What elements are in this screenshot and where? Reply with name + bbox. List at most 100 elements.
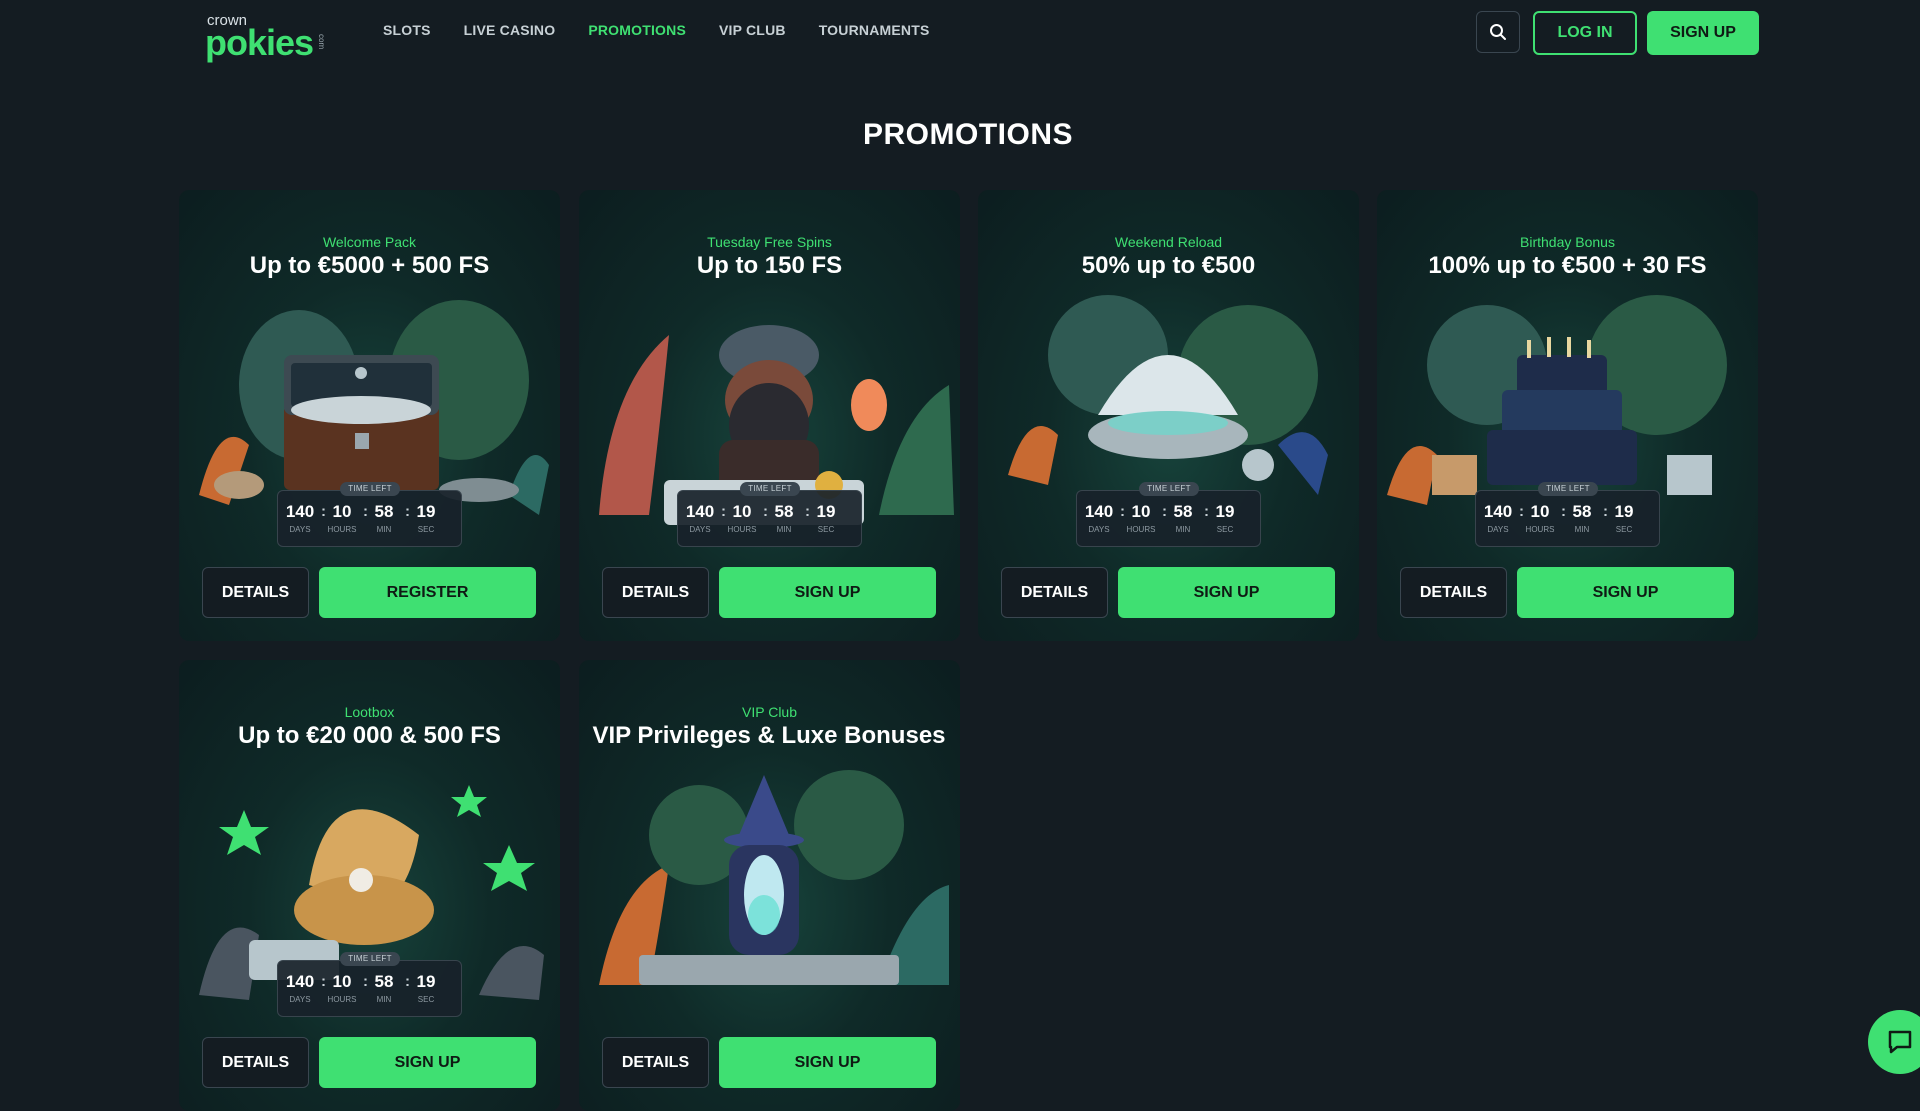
timer-separator: : [763,503,768,520]
signup-button[interactable]: SIGN UP [1118,567,1335,618]
promo-subtitle: Birthday Bonus [1520,234,1615,250]
timer-hours: 10 [732,502,752,521]
timer-min-unit: MIN [1175,525,1191,534]
details-button[interactable]: DETAILS [1400,567,1507,618]
time-left-timer: TIME LEFT 140 10 58 19 : : : DAYS HOURS … [277,952,462,1017]
timer-days-unit: DAYS [289,995,311,1004]
nav-vip-club[interactable]: VIP CLUB [719,22,786,38]
promo-title: Up to 150 FS [696,252,843,279]
promo-card-tuesday-free-spins: Tuesday Free Spins Up to 150 FS TIME LEF… [579,190,960,641]
timer-days-unit: DAYS [1088,525,1110,534]
timer-days: 140 [1483,502,1513,521]
timer-sec: 19 [1614,502,1634,521]
chat-bubble-icon [1888,1030,1912,1054]
timer-separator: : [405,973,410,990]
timer-days-unit: DAYS [689,525,711,534]
nav-promotions[interactable]: PROMOTIONS [588,22,686,38]
register-button[interactable]: REGISTER [319,567,536,618]
timer-hours: 10 [1131,502,1151,521]
timer-sec: 19 [416,972,436,991]
site-header: crown pokies com SLOTS LIVE CASINO PROMO… [0,0,1920,64]
promo-subtitle: Lootbox [344,704,395,720]
timer-sec-unit: SEC [417,995,435,1004]
timer-days-unit: DAYS [1487,525,1509,534]
live-chat-button[interactable] [1868,1010,1920,1074]
time-left-label: TIME LEFT [340,482,400,496]
time-left-timer: TIME LEFT 140 10 58 19 : : : DAYS HOURS … [677,482,862,547]
timer-min: 58 [1173,502,1193,521]
time-left-timer: TIME LEFT 140 10 58 19 : : : DAYS HOURS … [1475,482,1660,547]
nav-live-casino[interactable]: LIVE CASINO [464,22,556,38]
logo-tag-text: com [317,34,326,50]
login-button[interactable]: LOG IN [1533,11,1637,55]
search-icon [1490,24,1506,40]
timer-min-unit: MIN [376,995,392,1004]
timer-sec-unit: SEC [1615,525,1633,534]
wizard-illustration [599,770,949,985]
time-left-timer: TIME LEFT 140 10 58 19 : : : DAYS HOURS … [1076,482,1261,547]
promo-card-welcome-pack: Welcome Pack Up to €5000 + 500 FS TIME L… [179,190,560,641]
promo-card-birthday-bonus: Birthday Bonus 100% up to €500 + 30 FS T… [1377,190,1758,641]
timer-sec: 19 [416,502,436,521]
promo-card-lootbox: Lootbox Up to €20 000 & 500 FS TIME LEFT… [179,660,560,1111]
signup-button[interactable]: SIGN UP [1517,567,1734,618]
timer-min: 58 [374,972,394,991]
timer-separator: : [363,973,368,990]
timer-separator: : [1204,503,1209,520]
timer-hours-unit: HOURS [1525,525,1555,534]
promo-subtitle: Weekend Reload [1114,234,1223,250]
timer-min: 58 [774,502,794,521]
timer-sec: 19 [816,502,836,521]
timer-hours: 10 [332,502,352,521]
time-left-label: TIME LEFT [1538,482,1598,496]
details-button[interactable]: DETAILS [1001,567,1108,618]
timer-sec-unit: SEC [417,525,435,534]
timer-hours-unit: HOURS [327,525,357,534]
promo-card-weekend-reload: Weekend Reload 50% up to €500 TIME LEFT … [978,190,1359,641]
nav-tournaments[interactable]: TOURNAMENTS [819,22,930,38]
promo-subtitle: Tuesday Free Spins [707,234,832,250]
promo-subtitle: Welcome Pack [322,234,417,250]
search-button[interactable] [1476,11,1520,53]
timer-days: 140 [1084,502,1114,521]
promo-title: VIP Privileges & Luxe Bonuses [592,722,946,749]
details-button[interactable]: DETAILS [202,567,309,618]
promo-title: 50% up to €500 [1081,252,1256,279]
timer-sec: 19 [1215,502,1235,521]
timer-hours: 10 [1530,502,1550,521]
logo-main-text: pokies [205,22,314,63]
nav-slots[interactable]: SLOTS [383,22,431,38]
promo-subtitle: VIP Club [742,704,797,720]
promo-title: 100% up to €500 + 30 FS [1428,252,1707,279]
promo-card-vip-club: VIP Club VIP Privileges & Luxe Bonuses D… [579,660,960,1111]
timer-separator: : [321,973,326,990]
crownpokies-logo[interactable]: crown pokies com [205,10,330,63]
promo-title: Up to €5000 + 500 FS [249,252,490,279]
details-button[interactable]: DETAILS [602,1037,709,1088]
timer-min: 58 [1572,502,1592,521]
time-left-label: TIME LEFT [1139,482,1199,496]
timer-min-unit: MIN [1574,525,1590,534]
timer-sec-unit: SEC [817,525,835,534]
details-button[interactable]: DETAILS [202,1037,309,1088]
timer-days: 140 [685,502,715,521]
timer-separator: : [721,503,726,520]
timer-hours: 10 [332,972,352,991]
timer-separator: : [1561,503,1566,520]
header-signup-button[interactable]: SIGN UP [1647,11,1759,55]
signup-button[interactable]: SIGN UP [319,1037,536,1088]
timer-days-unit: DAYS [289,525,311,534]
timer-separator: : [1162,503,1167,520]
timer-separator: : [1519,503,1524,520]
signup-button[interactable]: SIGN UP [719,1037,936,1088]
timer-separator: : [321,503,326,520]
details-button[interactable]: DETAILS [602,567,709,618]
timer-separator: : [1120,503,1125,520]
timer-hours-unit: HOURS [1126,525,1156,534]
signup-button[interactable]: SIGN UP [719,567,936,618]
timer-separator: : [363,503,368,520]
promo-title: Up to €20 000 & 500 FS [238,722,501,749]
time-left-timer: TIME LEFT 140 10 58 19 : : : DAYS HOURS … [277,482,462,547]
timer-min-unit: MIN [376,525,392,534]
time-left-label: TIME LEFT [740,482,800,496]
